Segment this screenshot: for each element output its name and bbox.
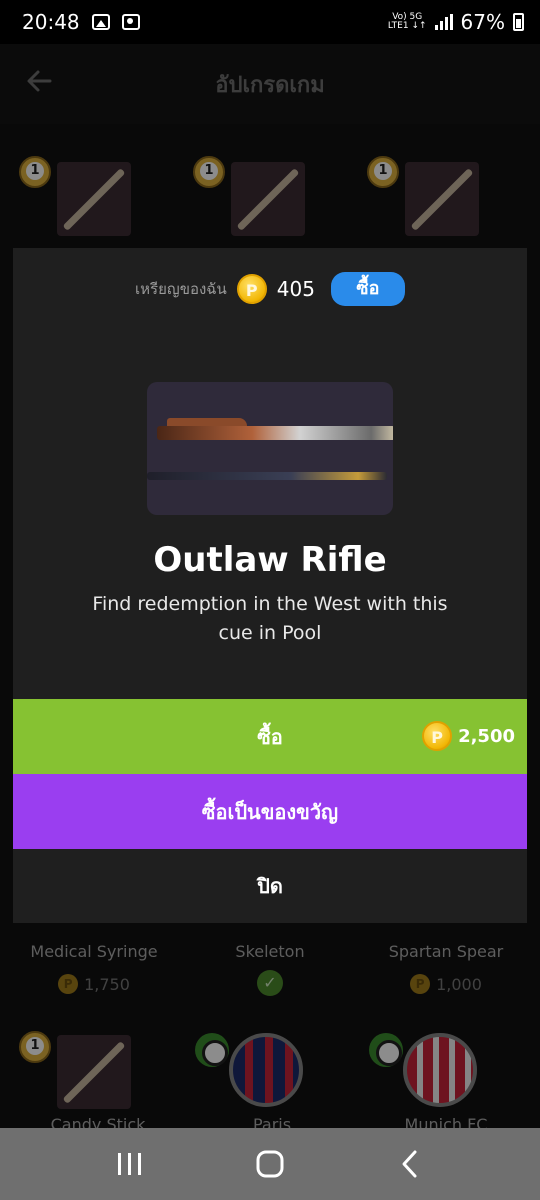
my-coins-value: 405: [276, 277, 315, 301]
status-time: 20:48: [22, 10, 80, 34]
screenshot-icon: [121, 14, 140, 30]
buy-button[interactable]: ซื้อ P 2,500: [13, 699, 527, 774]
cue-butt: [157, 426, 393, 440]
item-description: Find redemption in the West with this cu…: [92, 593, 448, 644]
home-icon[interactable]: [250, 1144, 290, 1184]
coin-icon: P: [422, 721, 453, 751]
battery-percent: 67%: [460, 10, 505, 34]
buy-button-label: ซื้อ: [257, 724, 283, 749]
purchase-dialog: เหรียญของฉัน P 405 ซื้อ Outlaw Rifle Fin…: [13, 248, 527, 923]
buy-price-value: 2,500: [458, 725, 515, 747]
gallery-icon: [91, 14, 110, 30]
close-button[interactable]: ปิด: [13, 849, 527, 923]
my-coins-row: เหรียญของฉัน P 405 ซื้อ: [13, 272, 527, 306]
cue-preview-image: [147, 382, 393, 515]
status-bar: 20:48 Vo) 5G LTE1 ↓↑ 67%: [0, 0, 540, 44]
buy-as-gift-button[interactable]: ซื้อเป็นของขวัญ: [13, 774, 527, 849]
buy-coins-button[interactable]: ซื้อ: [330, 272, 405, 306]
item-title: Outlaw Rifle: [153, 540, 387, 580]
my-coins-label: เหรียญของฉัน: [135, 280, 227, 298]
coin-icon: P: [236, 274, 267, 304]
cue-shaft: [147, 472, 387, 480]
recent-apps-icon[interactable]: [110, 1144, 150, 1184]
buy-price: P 2,500: [422, 721, 515, 751]
network-indicator: Vo) 5G LTE1 ↓↑: [388, 13, 427, 31]
network-bottom-label: LTE1 ↓↑: [387, 21, 427, 31]
signal-icon: [434, 14, 453, 30]
battery-icon: [513, 13, 524, 31]
system-nav-bar: [0, 1128, 540, 1200]
back-icon[interactable]: [390, 1144, 430, 1184]
